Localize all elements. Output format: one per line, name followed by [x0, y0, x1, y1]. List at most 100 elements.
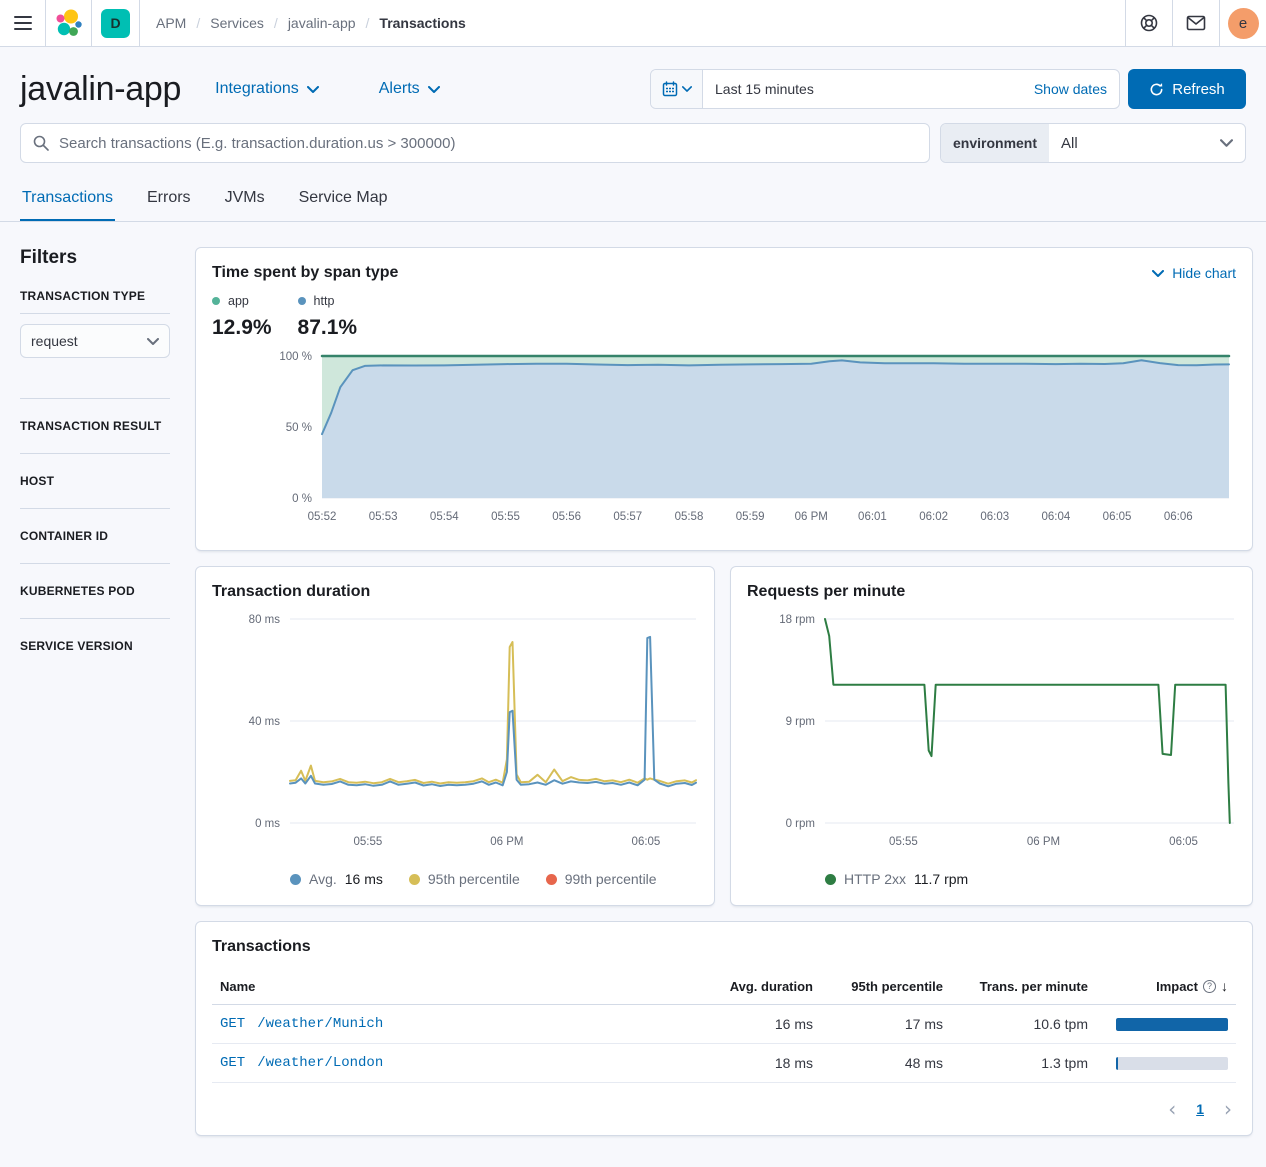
transactions-table: Name Avg. duration 95th percentile Trans… [212, 968, 1236, 1083]
search-row: environment All [0, 123, 1266, 163]
impact-bar-track [1116, 1057, 1228, 1070]
app-dot-icon [212, 297, 220, 305]
column-tpm: Trans. per minute [951, 968, 1096, 1005]
integrations-menu[interactable]: Integrations [215, 80, 319, 98]
environment-select[interactable]: environment All [940, 123, 1246, 163]
refresh-icon [1149, 82, 1164, 97]
legend-http: http [298, 294, 358, 308]
svg-text:9 rpm: 9 rpm [786, 716, 815, 728]
hide-chart-label: Hide chart [1172, 265, 1236, 281]
search-input[interactable] [57, 134, 917, 153]
filter-transaction-type-label: TRANSACTION TYPE [20, 289, 170, 303]
time-range-value[interactable]: Last 15 minutes [703, 70, 1022, 108]
impact-cell [1096, 1044, 1236, 1083]
requests-per-minute-panel: Requests per minute 0 rpm9 rpm18 rpm05:5… [730, 566, 1253, 906]
divider [20, 508, 170, 509]
transaction-duration-panel: Transaction duration 0 ms40 ms80 ms05:55… [195, 566, 715, 906]
p95-cell: 48 ms [821, 1044, 951, 1083]
impact-sort-header[interactable]: Impact ? ↓ [1156, 978, 1228, 994]
mail-icon [1186, 15, 1206, 31]
legend-app: app [212, 294, 272, 308]
service-tabs: Transactions Errors JVMs Service Map [0, 175, 1266, 222]
show-dates-link[interactable]: Show dates [1022, 70, 1119, 108]
refresh-label: Refresh [1172, 81, 1225, 98]
tpm-cell: 1.3 tpm [951, 1044, 1096, 1083]
tab-transactions[interactable]: Transactions [20, 189, 115, 221]
environment-label: environment [941, 124, 1049, 162]
avatar: e [1228, 8, 1259, 39]
alerts-menu[interactable]: Alerts [379, 80, 440, 98]
svg-text:0 %: 0 % [292, 493, 312, 505]
svg-text:0 rpm: 0 rpm [786, 818, 815, 830]
filters-sidebar: Filters TRANSACTION TYPE request TRANSAC… [20, 247, 170, 663]
hamburger-icon [14, 16, 32, 30]
breadcrumb-service[interactable]: javalin-app [288, 15, 356, 31]
breadcrumb-services[interactable]: Services [210, 15, 264, 31]
tab-service-map[interactable]: Service Map [297, 189, 390, 221]
legend-app-label: app [228, 294, 249, 308]
calendar-icon [662, 81, 678, 97]
chevron-down-icon [307, 86, 319, 93]
table-row: GET/weather/Munich 16 ms 17 ms 10.6 tpm [212, 1005, 1236, 1044]
impact-bar [1116, 1057, 1118, 1070]
svg-text:05:55: 05:55 [491, 511, 520, 523]
elastic-logo[interactable] [46, 0, 92, 46]
filter-service-version[interactable]: SERVICE VERSION [20, 629, 170, 663]
svg-text:05:55: 05:55 [353, 836, 382, 848]
content: Filters TRANSACTION TYPE request TRANSAC… [0, 222, 1266, 1152]
breadcrumb-apm[interactable]: APM [156, 15, 186, 31]
environment-value: All [1049, 135, 1220, 152]
span-type-chart[interactable]: 0 %50 %100 %05:5205:5305:5405:5505:5605:… [212, 348, 1231, 534]
space-switcher[interactable]: D [92, 0, 140, 46]
path-label: /weather/London [257, 1055, 383, 1071]
path-label: /weather/Munich [257, 1016, 383, 1032]
svg-text:05:56: 05:56 [552, 511, 581, 523]
next-page-button[interactable]: › [1224, 1099, 1232, 1119]
http-percentage: 87.1% [298, 316, 358, 340]
svg-text:06:03: 06:03 [980, 511, 1009, 523]
p95-label: 95th percentile [428, 871, 520, 887]
refresh-button[interactable]: Refresh [1128, 69, 1246, 109]
divider [20, 563, 170, 564]
filter-host[interactable]: HOST [20, 464, 170, 498]
title-row: javalin-app Integrations Alerts Last 15 … [0, 47, 1266, 123]
transaction-link-munich[interactable]: GET/weather/Munich [212, 1005, 701, 1044]
tab-errors[interactable]: Errors [145, 189, 193, 221]
newsfeed-button[interactable] [1172, 0, 1219, 46]
svg-text:0 ms: 0 ms [255, 818, 280, 830]
help-button[interactable] [1125, 0, 1172, 46]
hide-chart-link[interactable]: Hide chart [1152, 265, 1236, 281]
chevron-down-icon [428, 86, 440, 93]
transaction-duration-chart[interactable]: 0 ms40 ms80 ms05:5506 PM06:05 [212, 609, 698, 861]
column-avg-duration: Avg. duration [701, 968, 821, 1005]
avg-duration-cell: 16 ms [701, 1005, 821, 1044]
charts-row: Transaction duration 0 ms40 ms80 ms05:55… [195, 566, 1253, 906]
avg-dot-icon [290, 874, 301, 885]
filter-kubernetes-pod[interactable]: KUBERNETES POD [20, 574, 170, 608]
page-1-button[interactable]: 1 [1196, 1101, 1204, 1117]
svg-text:80 ms: 80 ms [249, 614, 281, 626]
transaction-type-select[interactable]: request [20, 324, 170, 358]
previous-page-button[interactable]: ‹ [1168, 1099, 1176, 1119]
impact-cell [1096, 1005, 1236, 1044]
tab-jvms[interactable]: JVMs [223, 189, 267, 221]
transactions-title: Transactions [212, 938, 1236, 956]
svg-text:06:04: 06:04 [1042, 511, 1071, 523]
menu-button[interactable] [0, 0, 46, 46]
user-menu[interactable]: e [1219, 0, 1266, 46]
p95-cell: 17 ms [821, 1005, 951, 1044]
svg-text:06:05: 06:05 [632, 836, 661, 848]
p99-dot-icon [546, 874, 557, 885]
transaction-link-london[interactable]: GET/weather/London [212, 1044, 701, 1083]
filter-transaction-result[interactable]: TRANSACTION RESULT [20, 409, 170, 443]
breadcrumb-separator: / [196, 15, 200, 31]
svg-text:05:54: 05:54 [430, 511, 459, 523]
quick-select-button[interactable] [651, 70, 703, 108]
svg-text:05:58: 05:58 [675, 511, 704, 523]
time-controls: Last 15 minutes Show dates Refresh [650, 69, 1246, 109]
impact-help-icon: ? [1203, 980, 1216, 993]
sort-desc-icon: ↓ [1221, 978, 1228, 994]
requests-per-minute-chart[interactable]: 0 rpm9 rpm18 rpm05:5506 PM06:05 [747, 609, 1236, 861]
filter-container-id[interactable]: CONTAINER ID [20, 519, 170, 553]
main-column: Time spent by span type Hide chart app h… [195, 247, 1253, 1136]
